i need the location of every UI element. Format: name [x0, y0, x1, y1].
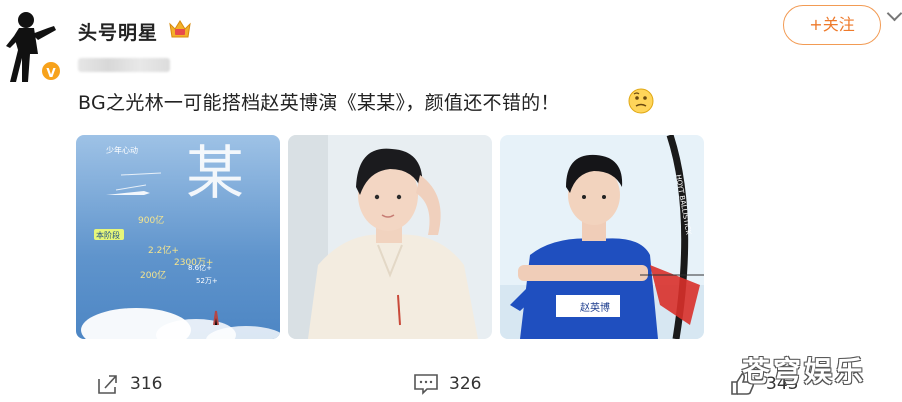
crown-icon	[168, 18, 192, 40]
poster-stat-1: 900亿	[138, 214, 164, 226]
post-image-poster[interactable]: 少年心动 某 900亿 本阶段 2.2亿+ 2300万+ 200亿 8.6亿+ …	[76, 135, 280, 339]
poster-stat-7: 52万+	[196, 277, 218, 285]
post-image-archer[interactable]: 赵英博 HOYT BALLISTICK	[500, 135, 704, 339]
poster-stat-2: 本阶段	[96, 230, 120, 240]
comment-icon	[414, 374, 438, 395]
poster-line-1: 少年心动	[106, 145, 138, 155]
post-image-portrait[interactable]	[288, 135, 492, 339]
post-text: BG之光林一可能搭档赵英博演《某某》，颜值还不错的！	[78, 92, 560, 114]
repost-button[interactable]: 316	[96, 370, 162, 398]
name-tag: 赵英博	[580, 301, 610, 314]
verified-badge-icon: V	[40, 60, 62, 82]
comment-count: 326	[449, 374, 482, 394]
poster-title-glyph: 某	[186, 139, 244, 207]
post-meta-blurred	[78, 58, 170, 72]
thinking-emoji-icon	[628, 88, 654, 114]
share-icon	[98, 375, 117, 394]
chevron-down-icon[interactable]	[886, 5, 902, 22]
follow-button[interactable]: +关注	[783, 5, 881, 45]
repost-count: 316	[130, 374, 163, 394]
poster-stat-6: 8.6亿+	[188, 263, 212, 272]
poster-stat-5: 200亿	[140, 269, 166, 281]
comment-button[interactable]: 326	[413, 370, 481, 398]
watermark: 苍穹娱乐	[742, 355, 867, 388]
username[interactable]: 头号明星	[78, 18, 158, 45]
poster-stat-3: 2.2亿+	[148, 244, 179, 256]
